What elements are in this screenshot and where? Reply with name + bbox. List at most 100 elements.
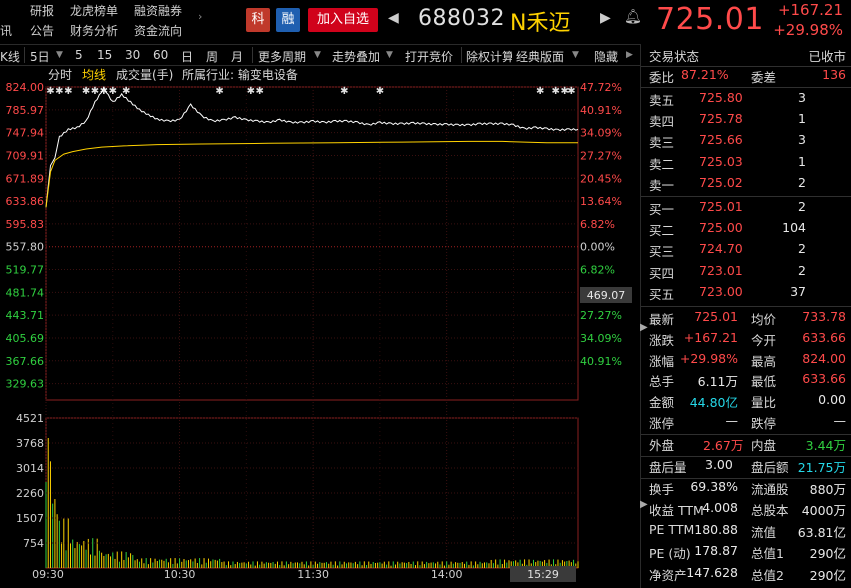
tab-60min[interactable]: 60 [153, 48, 168, 62]
sell-row[interactable]: 卖三 725.66 3 [641, 132, 851, 153]
volume-tick-label: 3768 [16, 437, 44, 450]
buy-row[interactable]: 买一 725.01 2 [641, 199, 851, 220]
stat-row[interactable]: 净资产 147.628 总值2 290亿 [641, 565, 851, 586]
ex-rights-button[interactable]: 除权计算 [466, 48, 512, 65]
stat-label: 涨跌 [649, 332, 675, 348]
more-periods-menu[interactable]: 更多周期 [258, 48, 306, 65]
stat-row[interactable]: 收益 TTM 4.008 总股本 4000万 [641, 500, 851, 521]
tab-avg-line[interactable]: 均线 [82, 66, 106, 83]
inner-label: 内盘 [751, 438, 777, 453]
nav-research[interactable]: 研报 [30, 2, 54, 19]
prev-stock-icon[interactable]: ◀ [388, 10, 399, 26]
chevron-down-icon[interactable]: ▼ [314, 50, 321, 60]
sell-row[interactable]: 卖五 725.80 3 [641, 90, 851, 111]
stat-label: 金额 [649, 395, 675, 411]
tab-volume[interactable]: 成交量(手) [116, 66, 173, 83]
buy-volume: 2 [798, 262, 806, 278]
stat-label: PE TTM [649, 521, 695, 537]
nav-fund-flow[interactable]: 资金流向 [134, 22, 182, 39]
price-tick-label: 481.74 [6, 286, 45, 299]
stat-label: PE (动) [649, 546, 691, 562]
stat-label: 跌停 [751, 416, 777, 431]
stat-row[interactable]: 总手 6.11万 最低 633.66 [641, 371, 851, 392]
stat-row[interactable]: 涨幅 +29.98% 最高 824.00 [641, 351, 851, 372]
sell-price: 725.03 [699, 153, 743, 169]
nav-news[interactable]: 讯 [0, 22, 12, 39]
industry-label[interactable]: 所属行业: 输变电设备 [182, 66, 298, 83]
volume-tick-label: 3014 [16, 462, 44, 475]
stat-row[interactable]: PE (动) 178.87 总值1 290亿 [641, 543, 851, 564]
nav-margin[interactable]: 融资融券 [134, 2, 182, 19]
stat-row[interactable]: 涨跌 +167.21 今开 633.66 [641, 330, 851, 351]
volume-tick-label: 1507 [16, 512, 44, 525]
volume-frame [45, 417, 579, 569]
next-stock-icon[interactable]: ▶ [600, 10, 611, 26]
intraday-chart[interactable]: 824.00 785.97 747.94 709.91 671.89 633.86 595.… [0, 82, 640, 588]
overlay-menu[interactable]: 走势叠加 [332, 48, 380, 65]
nav-announcement[interactable]: 公告 [30, 22, 54, 39]
sell-level-label: 卖五 [649, 93, 675, 108]
tab-fenshi[interactable]: 分时 [48, 66, 72, 83]
stat-row[interactable]: 涨停 — 跌停 — [641, 413, 851, 434]
divider [641, 87, 851, 88]
trade-status-value: 已收市 [808, 49, 846, 64]
price-tick-label: 405.69 [6, 332, 45, 345]
pct-tick-label: 40.91% [580, 104, 622, 117]
chevron-down-icon[interactable]: ▼ [572, 50, 579, 60]
layout-menu[interactable]: 经典版面 [516, 48, 564, 65]
time-tick-label: 09:30 [32, 568, 64, 581]
buy-row[interactable]: 买二 725.00 104 [641, 220, 851, 241]
tab-day[interactable]: 日 [181, 48, 193, 65]
tab-kline[interactable]: K线 [0, 48, 20, 65]
buy-level-label: 买一 [649, 202, 675, 217]
pct-tick-label: 0.00% [580, 241, 615, 254]
nav-financial[interactable]: 财务分析 [70, 22, 118, 39]
sell-row[interactable]: 卖二 725.03 1 [641, 154, 851, 175]
event-marker-icon: ✱ [46, 86, 54, 97]
stat-value: 0.00 [818, 392, 846, 408]
chevron-down-icon[interactable]: ▼ [56, 50, 63, 60]
chevron-down-icon[interactable]: ▼ [386, 50, 393, 60]
sell-volume: 1 [798, 111, 806, 127]
sell-level-label: 卖一 [649, 177, 675, 193]
time-tick-label: 15:29 [527, 568, 559, 581]
sell-volume: 2 [798, 174, 806, 190]
stat-row[interactable]: 金额 44.80亿 量比 0.00 [641, 392, 851, 413]
open-auction-button[interactable]: 打开竞价 [405, 48, 453, 65]
buy-row[interactable]: 买三 724.70 2 [641, 241, 851, 262]
volume-bars [45, 438, 579, 568]
pct-tick-label: 34.09% [580, 332, 622, 345]
sell-row[interactable]: 卖一 725.02 2 [641, 175, 851, 196]
top-nav: 研报 龙虎榜单 融资融券 讯 公告 财务分析 资金流向 › [0, 0, 210, 42]
sell-row[interactable]: 卖四 725.78 1 [641, 111, 851, 132]
quote-header: 科 融 加入自选 ◀ 688032 N禾迈 ▶ 🔔︎ 725.01 +167.2… [210, 0, 851, 42]
hide-button[interactable]: 隐藏 [594, 48, 618, 65]
buy-row[interactable]: 买四 723.01 2 [641, 263, 851, 284]
stat-value: 633.66 [802, 329, 846, 345]
stat-value: 6.11万 [697, 374, 738, 390]
buy-price: 723.01 [699, 262, 743, 278]
tab-5min[interactable]: 5 [75, 48, 83, 62]
tab-month[interactable]: 月 [231, 48, 243, 65]
stat-value: +167.21 [683, 329, 738, 345]
stat-row[interactable]: 换手 69.38% 流通股 880万 [641, 479, 851, 500]
tab-30min[interactable]: 30 [125, 48, 140, 62]
tab-15min[interactable]: 15 [97, 48, 112, 62]
stat-row[interactable]: PE TTM 180.88 流值 63.81亿 [641, 522, 851, 543]
stat-row[interactable]: 最新 725.01 均价 733.78 [641, 309, 851, 330]
stat-value: 180.88 [694, 521, 738, 537]
chevron-right-icon[interactable]: ▶ [626, 50, 633, 60]
stat-value: 880万 [809, 482, 846, 497]
stat-label: 均价 [751, 312, 777, 327]
tab-week[interactable]: 周 [206, 48, 218, 65]
nav-dragon-tiger[interactable]: 龙虎榜单 [70, 2, 118, 19]
sell-level-label: 卖四 [649, 114, 675, 130]
price-tick-label: 519.77 [6, 264, 45, 277]
series-avg-line [45, 140, 578, 208]
add-watchlist-button[interactable]: 加入自选 [308, 8, 378, 32]
nav-more-icon[interactable]: › [198, 10, 202, 23]
buy-row[interactable]: 买五 723.00 37 [641, 284, 851, 305]
sell-volume: 1 [798, 153, 806, 169]
tab-5day[interactable]: 5日 [30, 48, 50, 65]
bell-icon[interactable]: 🔔︎ [624, 9, 642, 25]
